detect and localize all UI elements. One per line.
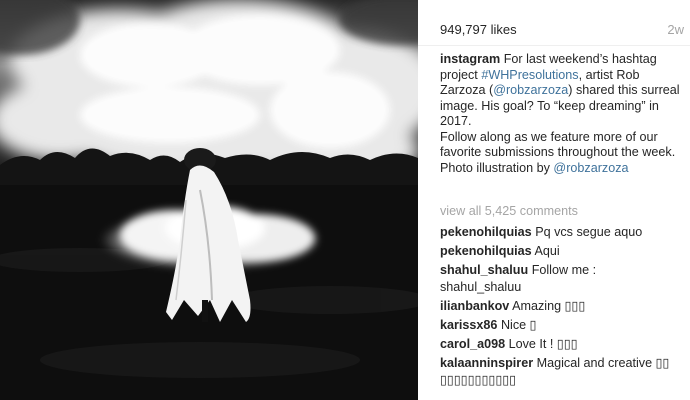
comment-item: karissx86 Nice ▯ <box>440 317 690 334</box>
caption-credit-mention[interactable]: @robzarzoza <box>553 161 628 175</box>
view-all-comments-link[interactable]: view all 5,425 comments <box>440 204 578 218</box>
caption-text-4: Follow along as we feature more of our f… <box>440 129 676 160</box>
surreal-cloud-figure-image <box>0 0 418 400</box>
post-timestamp[interactable]: 2w <box>667 22 684 37</box>
comment-item: pekenohilquias Aqui <box>440 243 690 260</box>
comment-text: Love It ! ▯▯▯ <box>508 337 578 351</box>
comment-item: shahul_shaluu Follow me : shahul_shaluu <box>440 262 640 296</box>
caption-text-5: Photo illustration by <box>440 160 550 175</box>
comment-username[interactable]: shahul_shaluu <box>440 263 528 277</box>
comment-username[interactable]: karissx86 <box>440 318 497 332</box>
likes-count[interactable]: 949,797 likes <box>440 22 517 37</box>
post-details-panel: 949,797 likes 2w instagram For last week… <box>418 0 690 400</box>
post-photo[interactable] <box>0 0 418 400</box>
comment-username[interactable]: kalaanninspirer <box>440 356 533 370</box>
comment-text: Aqui <box>534 244 560 258</box>
comment-item: ilianbankov Amazing ▯▯▯ <box>440 298 690 315</box>
comment-item: pekenohilquias Pq vcs segue aquo <box>440 224 690 241</box>
comment-username[interactable]: pekenohilquias <box>440 244 532 258</box>
caption-hashtag[interactable]: #WHPresolutions <box>481 68 578 82</box>
comment-item: carol_a098 Love It ! ▯▯▯ <box>440 336 690 353</box>
comment-text: Amazing ▯▯▯ <box>512 299 586 313</box>
post-caption: instagram For last weekend’s hashtag pro… <box>440 52 686 176</box>
comment-text: Nice ▯ <box>500 318 537 332</box>
comment-username[interactable]: ilianbankov <box>440 299 509 313</box>
caption-mention[interactable]: @robzarzoza <box>493 83 568 97</box>
likes-row: 949,797 likes 2w <box>418 0 690 46</box>
comment-item: kalaanninspirer Magical and creative ▯▯ … <box>440 355 690 389</box>
comment-username[interactable]: pekenohilquias <box>440 225 532 239</box>
caption-username[interactable]: instagram <box>440 52 500 66</box>
comments-list: pekenohilquias Pq vcs segue aquo pekenoh… <box>440 224 690 391</box>
comment-username[interactable]: carol_a098 <box>440 337 505 351</box>
comment-text: Pq vcs segue aquo <box>535 225 643 239</box>
